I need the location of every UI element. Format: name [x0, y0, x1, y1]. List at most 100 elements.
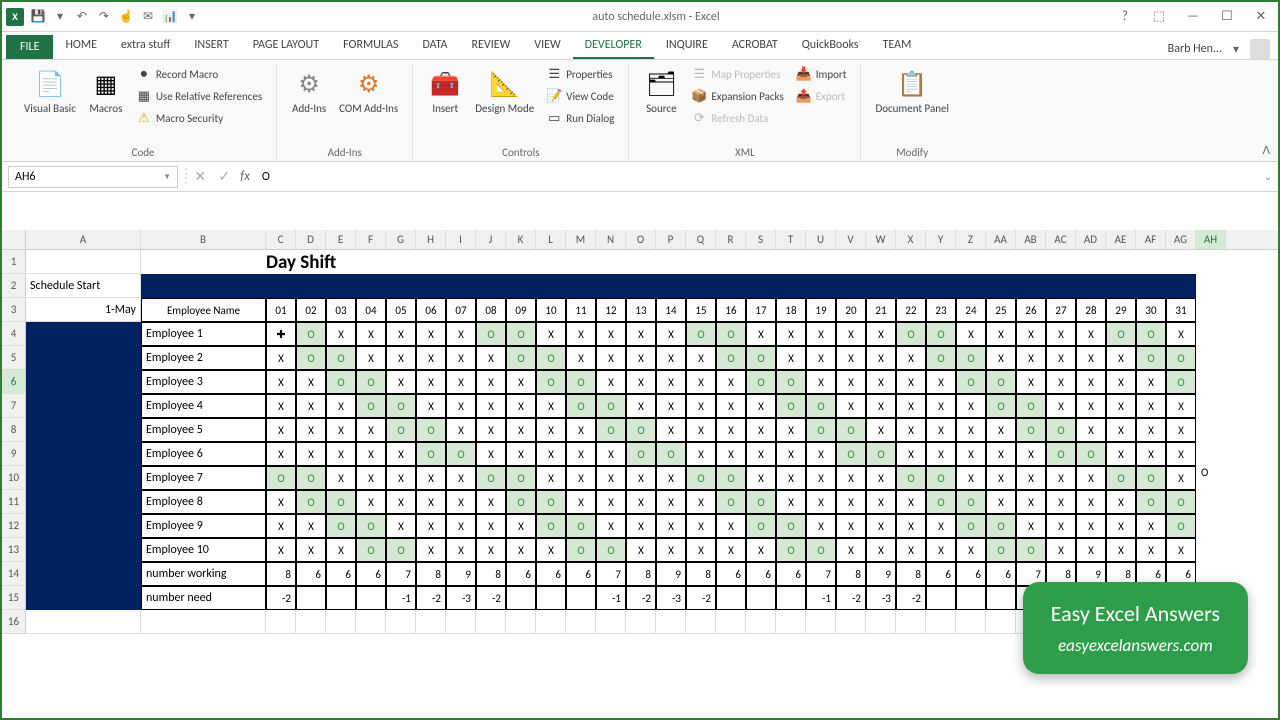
blank-cell[interactable]: [536, 610, 566, 634]
num-need-cell[interactable]: [926, 586, 956, 610]
schedule-cell[interactable]: X: [956, 418, 986, 442]
schedule-cell[interactable]: X: [896, 538, 926, 562]
num-need-cell[interactable]: -1: [596, 586, 626, 610]
navy-side[interactable]: [26, 394, 141, 418]
row-header-4[interactable]: 4: [2, 322, 26, 346]
schedule-cell[interactable]: X: [716, 418, 746, 442]
day-header-06[interactable]: 06: [416, 298, 446, 322]
schedule-cell[interactable]: O: [326, 514, 356, 538]
schedule-cell[interactable]: O: [746, 490, 776, 514]
schedule-cell[interactable]: X: [1106, 346, 1136, 370]
schedule-cell[interactable]: O: [896, 322, 926, 346]
day-header-22[interactable]: 22: [896, 298, 926, 322]
employee-name[interactable]: Employee 4: [141, 394, 266, 418]
col-header-AD[interactable]: AD: [1076, 230, 1106, 249]
num-working-cell[interactable]: 8: [836, 562, 866, 586]
schedule-cell[interactable]: X: [566, 490, 596, 514]
schedule-cell[interactable]: O: [566, 514, 596, 538]
schedule-cell[interactable]: X: [1046, 514, 1076, 538]
name-box[interactable]: AH6▼: [8, 166, 178, 188]
row-header-12[interactable]: 12: [2, 514, 26, 538]
schedule-cell[interactable]: X: [686, 370, 716, 394]
navy-side[interactable]: [26, 322, 141, 346]
schedule-cell[interactable]: O: [566, 394, 596, 418]
schedule-cell[interactable]: X: [536, 394, 566, 418]
schedule-cell[interactable]: X: [1166, 418, 1196, 442]
schedule-cell[interactable]: O: [536, 490, 566, 514]
schedule-cell[interactable]: X: [476, 442, 506, 466]
schedule-cell[interactable]: X: [896, 490, 926, 514]
schedule-cell[interactable]: O: [386, 418, 416, 442]
schedule-cell[interactable]: O: [356, 538, 386, 562]
schedule-cell[interactable]: X: [296, 538, 326, 562]
schedule-cell[interactable]: X: [746, 466, 776, 490]
schedule-cell[interactable]: X: [686, 538, 716, 562]
schedule-cell[interactable]: X: [296, 514, 326, 538]
schedule-cell[interactable]: X: [536, 418, 566, 442]
blank-cell[interactable]: [716, 610, 746, 634]
schedule-cell[interactable]: X: [1016, 370, 1046, 394]
schedule-cell[interactable]: X: [986, 346, 1016, 370]
schedule-cell[interactable]: O: [776, 370, 806, 394]
chart-icon[interactable]: 📊: [162, 9, 178, 25]
num-working-cell[interactable]: 6: [356, 562, 386, 586]
schedule-cell[interactable]: O: [956, 346, 986, 370]
schedule-cell[interactable]: X: [416, 346, 446, 370]
schedule-cell[interactable]: X: [866, 490, 896, 514]
schedule-cell[interactable]: O: [656, 442, 686, 466]
col-header-AC[interactable]: AC: [1046, 230, 1076, 249]
num-need-cell[interactable]: -1: [386, 586, 416, 610]
num-need-cell[interactable]: -3: [446, 586, 476, 610]
day-header-30[interactable]: 30: [1136, 298, 1166, 322]
schedule-cell[interactable]: X: [1136, 418, 1166, 442]
schedule-cell[interactable]: X: [446, 514, 476, 538]
schedule-cell[interactable]: X: [446, 346, 476, 370]
schedule-cell[interactable]: X: [1016, 490, 1046, 514]
schedule-cell[interactable]: O: [626, 418, 656, 442]
day-header-18[interactable]: 18: [776, 298, 806, 322]
num-need-cell[interactable]: -1: [806, 586, 836, 610]
schedule-cell[interactable]: X: [596, 514, 626, 538]
navy-side[interactable]: [26, 538, 141, 562]
schedule-cell[interactable]: X: [506, 370, 536, 394]
num-working-cell[interactable]: 9: [656, 562, 686, 586]
schedule-cell[interactable]: X: [1106, 370, 1136, 394]
row-header-13[interactable]: 13: [2, 538, 26, 562]
col-header-Q[interactable]: Q: [686, 230, 716, 249]
day-header-28[interactable]: 28: [1076, 298, 1106, 322]
schedule-cell[interactable]: X: [626, 322, 656, 346]
schedule-cell[interactable]: X: [506, 394, 536, 418]
schedule-cell[interactable]: X: [266, 346, 296, 370]
schedule-cell[interactable]: X: [866, 322, 896, 346]
schedule-cell[interactable]: X: [1106, 394, 1136, 418]
num-working-cell[interactable]: 8: [476, 562, 506, 586]
schedule-cell[interactable]: X: [866, 466, 896, 490]
num-need-cell[interactable]: [506, 586, 536, 610]
schedule-cell[interactable]: X: [776, 322, 806, 346]
row-header-6[interactable]: 6: [2, 370, 26, 394]
row-header-14[interactable]: 14: [2, 562, 26, 586]
schedule-cell[interactable]: X: [806, 370, 836, 394]
schedule-cell[interactable]: X: [326, 394, 356, 418]
schedule-cell[interactable]: O: [926, 322, 956, 346]
day-header-25[interactable]: 25: [986, 298, 1016, 322]
employee-name[interactable]: Employee 3: [141, 370, 266, 394]
schedule-cell[interactable]: X: [476, 514, 506, 538]
schedule-cell[interactable]: X: [746, 394, 776, 418]
col-header-D[interactable]: D: [296, 230, 326, 249]
schedule-cell[interactable]: X: [416, 394, 446, 418]
schedule-cell[interactable]: X: [476, 370, 506, 394]
schedule-cell[interactable]: O: [446, 442, 476, 466]
day-header-01[interactable]: 01: [266, 298, 296, 322]
schedule-cell[interactable]: X: [386, 442, 416, 466]
schedule-cell[interactable]: X: [416, 370, 446, 394]
user-dropdown-icon[interactable]: ▾: [1228, 41, 1244, 57]
tab-team[interactable]: TEAM: [871, 33, 924, 59]
schedule-cell[interactable]: O: [476, 322, 506, 346]
row-header-5[interactable]: 5: [2, 346, 26, 370]
schedule-cell[interactable]: X: [356, 346, 386, 370]
day-header-29[interactable]: 29: [1106, 298, 1136, 322]
navy-side[interactable]: [26, 346, 141, 370]
num-working-cell[interactable]: 7: [386, 562, 416, 586]
employee-name[interactable]: Employee 6: [141, 442, 266, 466]
